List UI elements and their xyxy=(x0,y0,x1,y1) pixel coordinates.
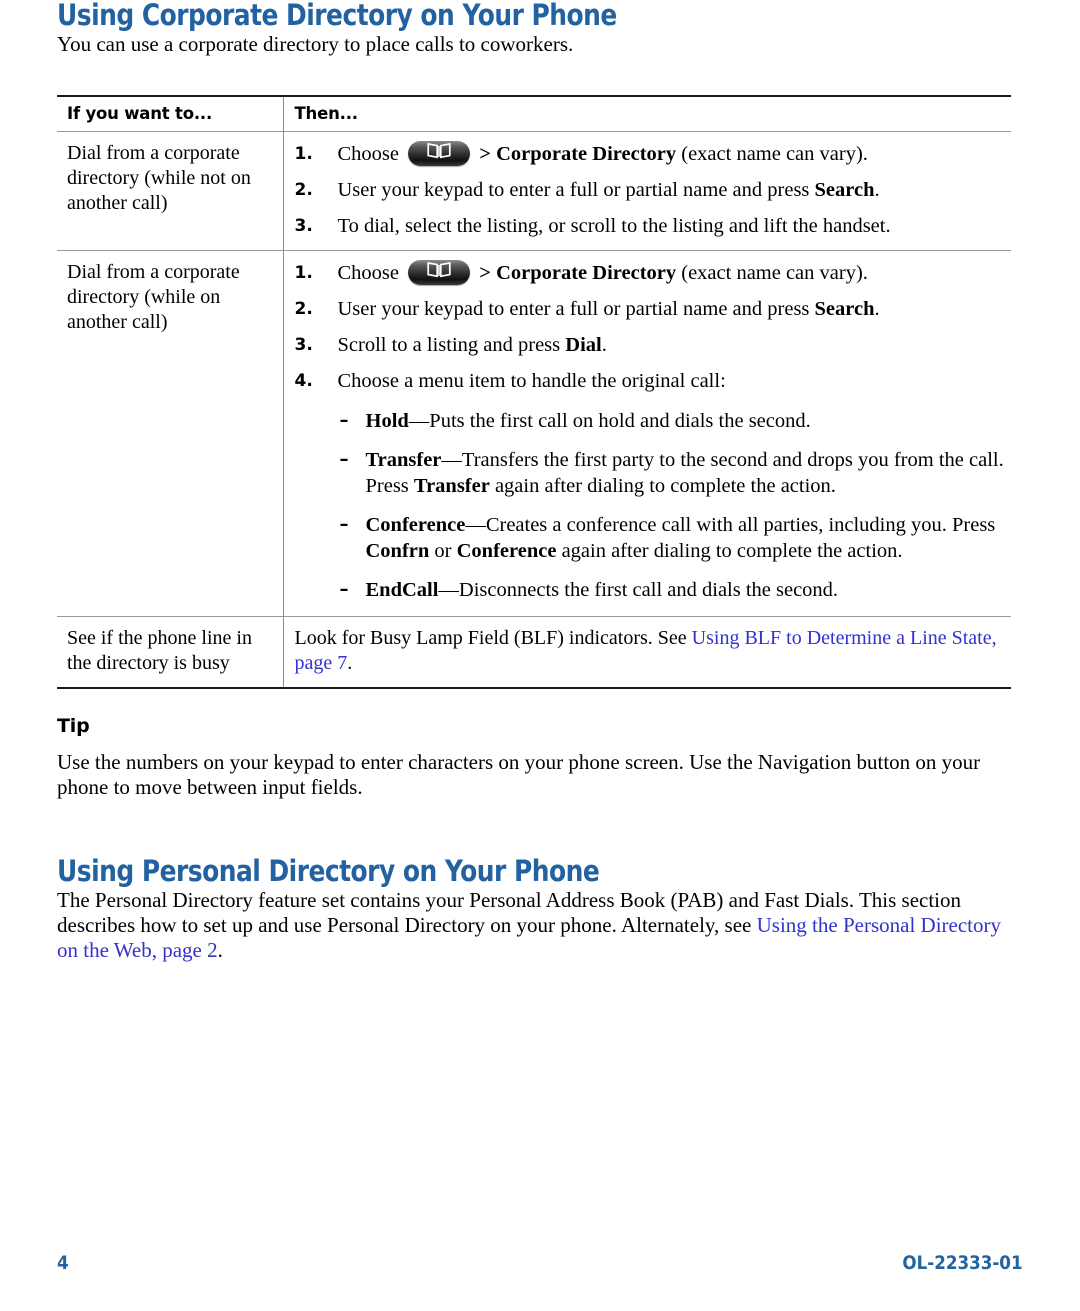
step-list: 1. Choose > Corporate Directory (exact n… xyxy=(294,140,1006,239)
step-text-post: . xyxy=(874,297,880,320)
table-header-then: Then... xyxy=(282,94,1011,132)
section-heading-corporate-directory: Using Corporate Directory on Your Phone xyxy=(57,0,617,32)
menu-option-list: – Hold—Puts the first call on hold and d… xyxy=(338,408,1006,603)
list-item: – EndCall—Disconnects the first call and… xyxy=(338,577,1006,603)
list-item: 2. User your keypad to enter a full or p… xyxy=(295,296,1006,322)
tip-heading: Tip xyxy=(57,714,90,737)
list-item: 4. Choose a menu item to handle the orig… xyxy=(295,368,1006,603)
step-text-pre: To dial, select the listing, or scroll t… xyxy=(337,214,891,237)
list-item: 1. Choose > Corporate Directory (exact n… xyxy=(294,140,1006,167)
step-text-pre: Choose xyxy=(337,142,400,165)
table-cell-answer: Look for Busy Lamp Field (BLF) indicator… xyxy=(282,616,1011,689)
table-cell-steps: 1. Choose > Corporate Directory (exact n… xyxy=(282,131,1011,251)
book-glyph xyxy=(427,140,451,166)
footer-page-number: 4 xyxy=(57,1252,69,1274)
table-row: Dial from a corporate directory (while o… xyxy=(57,250,1011,617)
table-cell-steps: 1. Choose > Corporate Directory (exact n… xyxy=(282,250,1011,617)
step-number: 1. xyxy=(294,143,313,164)
step-number: 3. xyxy=(294,215,313,236)
step-text-post: . xyxy=(874,178,880,201)
step-text-pre: Choose a menu item to handle the origina… xyxy=(337,369,726,392)
page-content: Using Corporate Directory on Your Phone … xyxy=(57,0,1011,963)
table-cell-condition: Dial from a corporate directory (while n… xyxy=(57,131,283,251)
list-item: – Hold—Puts the first call on hold and d… xyxy=(338,408,1006,434)
option-description-b: again after dialing to complete the acti… xyxy=(489,474,836,497)
list-item: – Conference—Creates a conference call w… xyxy=(338,512,1006,564)
section-heading-personal-directory: Using Personal Directory on Your Phone xyxy=(57,853,600,888)
option-description-mid: or xyxy=(429,539,457,562)
table-header-if-you-want-to: If you want to... xyxy=(57,94,283,132)
option-description: —Puts the first call on hold and dials t… xyxy=(408,409,811,432)
answer-text-post: . xyxy=(347,651,353,674)
list-item: 2. User your keypad to enter a full or p… xyxy=(295,177,1006,203)
list-item: 1. Choose > Corporate Directory (exact n… xyxy=(294,259,1006,286)
option-description-b: again after dialing to complete the acti… xyxy=(556,539,903,562)
step-text-pre: User your keypad to enter a full or part… xyxy=(337,178,810,201)
step-separator: > xyxy=(479,142,491,165)
option-term: Transfer xyxy=(365,448,442,471)
step-text-pre: Scroll to a listing and press xyxy=(337,333,561,356)
directory-book-icon[interactable] xyxy=(408,140,471,166)
step-text-bold: Search xyxy=(814,178,875,201)
step-number: 2. xyxy=(294,179,313,200)
step-text-post: (exact name can vary). xyxy=(681,261,868,284)
dash-bullet: – xyxy=(339,513,349,535)
dash-bullet: – xyxy=(339,448,349,470)
step-text-bold: Corporate Directory xyxy=(496,142,677,165)
intro-paragraph-personal-directory: The Personal Directory feature set conta… xyxy=(57,888,1011,963)
step-number: 1. xyxy=(294,262,313,283)
list-item: 3. Scroll to a listing and press Dial. xyxy=(295,332,1006,358)
document-page: Using Corporate Directory on Your Phone … xyxy=(0,0,1080,1311)
book-glyph xyxy=(427,259,451,285)
option-description: —Disconnects the first call and dials th… xyxy=(438,578,839,601)
answer-text-pre: Look for Busy Lamp Field (BLF) indicator… xyxy=(294,626,692,649)
option-term-inline: Transfer xyxy=(413,474,490,497)
step-text-pre: User your keypad to enter a full or part… xyxy=(337,297,810,320)
option-term: EndCall xyxy=(365,578,439,601)
table-cell-condition: Dial from a corporate directory (while o… xyxy=(57,250,283,617)
step-number: 3. xyxy=(294,334,313,355)
directory-book-icon[interactable] xyxy=(408,259,471,285)
list-item: 3. To dial, select the listing, or scrol… xyxy=(295,213,1006,239)
option-term-inline-2: Conference xyxy=(456,539,557,562)
table-cell-condition: See if the phone line in the directory i… xyxy=(57,616,283,689)
option-term-inline: Confrn xyxy=(365,539,430,562)
step-number: 4. xyxy=(294,370,313,391)
dash-bullet: – xyxy=(339,409,349,431)
option-term: Hold xyxy=(365,409,409,432)
option-description-a: —Creates a conference call with all part… xyxy=(465,513,996,536)
list-item: – Transfer—Transfers the first party to … xyxy=(338,447,1006,499)
dash-bullet: – xyxy=(339,578,349,600)
intro-text-post: . xyxy=(217,937,223,962)
table-row: Dial from a corporate directory (while n… xyxy=(57,131,1011,251)
tip-body: Use the numbers on your keypad to enter … xyxy=(57,749,981,799)
step-text-bold: Search xyxy=(814,297,875,320)
table-row: See if the phone line in the directory i… xyxy=(57,616,1011,689)
page-footer: 4 OL-22333-01 xyxy=(57,1252,1023,1274)
step-text-bold: Corporate Directory xyxy=(496,261,677,284)
intro-paragraph-corporate-directory: You can use a corporate directory to pla… xyxy=(57,31,574,56)
step-list: 1. Choose > Corporate Directory (exact n… xyxy=(294,259,1006,603)
step-text-post: (exact name can vary). xyxy=(681,142,868,165)
procedure-table: If you want to... Then... Dial from a co… xyxy=(57,94,1011,689)
step-text-post: . xyxy=(601,333,607,356)
footer-document-id: OL-22333-01 xyxy=(902,1252,1023,1274)
step-separator: > xyxy=(479,261,491,284)
option-term: Conference xyxy=(365,513,466,536)
step-text-pre: Choose xyxy=(337,261,400,284)
step-number: 2. xyxy=(294,298,313,319)
step-text-bold: Dial xyxy=(565,333,602,356)
table-header-row: If you want to... Then... xyxy=(57,94,1011,132)
